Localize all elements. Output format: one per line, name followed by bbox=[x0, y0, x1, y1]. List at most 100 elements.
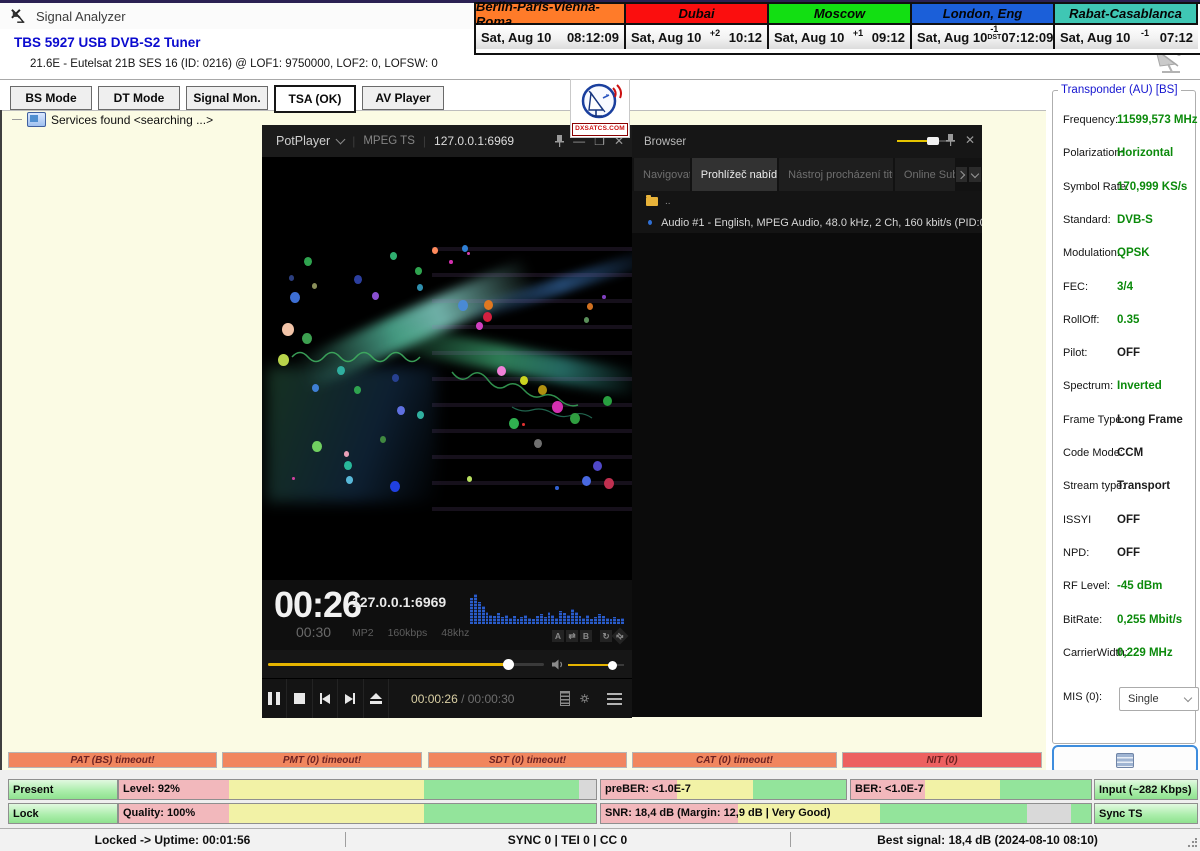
tab-dropdown-button[interactable] bbox=[969, 167, 981, 182]
tab-scroll-right-button[interactable] bbox=[956, 167, 968, 182]
bar-label: preBER: <1.0E-7 bbox=[605, 783, 691, 795]
next-button[interactable] bbox=[338, 679, 363, 718]
spectrum-bar bbox=[610, 619, 613, 624]
folder-up-row[interactable]: .. bbox=[632, 191, 982, 212]
clock-date: Sat, Aug 10 bbox=[917, 30, 987, 45]
spectrum-bar bbox=[598, 614, 601, 624]
spectrum-bar bbox=[563, 613, 566, 624]
spectrum-bar bbox=[586, 615, 589, 624]
spectrum-bar bbox=[551, 615, 554, 624]
field-label: Standard: bbox=[1063, 214, 1111, 226]
pin-icon[interactable] bbox=[946, 134, 955, 146]
spectrum-bar bbox=[579, 616, 582, 624]
video-particle bbox=[587, 303, 593, 310]
ab-button-1[interactable]: ⇄ bbox=[566, 630, 578, 642]
volume-icon[interactable] bbox=[552, 659, 564, 670]
transponder-field-row: RF Level:-45 dBm bbox=[1053, 580, 1195, 595]
volume-bar[interactable] bbox=[568, 664, 624, 666]
stop-button[interactable] bbox=[287, 679, 312, 718]
stream-format: MPEG TS bbox=[363, 135, 415, 147]
browser-tab-prohlížeč-nabídky[interactable]: Prohlížeč nabídky bbox=[692, 158, 777, 191]
seek-bar[interactable] bbox=[268, 663, 544, 666]
mis-row: MIS (0):Single bbox=[1053, 691, 1195, 706]
browser-tab-navigovat[interactable]: Navigovat bbox=[634, 158, 690, 191]
ab-button-2[interactable]: B bbox=[580, 630, 592, 642]
seek-thumb[interactable] bbox=[503, 659, 514, 670]
field-label: Stream type: bbox=[1063, 480, 1125, 492]
tab-signal-mon-[interactable]: Signal Mon. bbox=[186, 86, 268, 110]
tab-tsa-ok-[interactable]: TSA (OK) bbox=[274, 85, 356, 113]
spectrum-bar bbox=[540, 614, 543, 624]
lock-indicator: Lock bbox=[8, 803, 118, 824]
clock-city-header: Rabat-Casablanca bbox=[1055, 4, 1198, 25]
video-particle bbox=[344, 451, 349, 457]
ab-button-3[interactable]: ↻ bbox=[600, 630, 612, 642]
bar-segment bbox=[229, 804, 425, 823]
tab-av-player[interactable]: AV Player bbox=[362, 86, 444, 110]
field-label: RF Level: bbox=[1063, 580, 1110, 592]
clock-time: 07:12:09 bbox=[1001, 30, 1053, 45]
clock-time-cell: Sat, Aug 10-1DST07:12:09 bbox=[912, 25, 1055, 49]
video-particle bbox=[354, 386, 361, 394]
seek-row bbox=[262, 650, 632, 678]
services-tree-item[interactable]: Services found <searching ...> bbox=[12, 112, 213, 127]
video-canvas[interactable] bbox=[262, 157, 632, 580]
browser-tab-nástroj-procházení-titulků[interactable]: Nástroj procházení titulků bbox=[779, 158, 893, 191]
video-particle bbox=[584, 317, 589, 323]
volume-thumb[interactable] bbox=[608, 661, 617, 670]
opacity-slider-thumb[interactable] bbox=[927, 137, 939, 145]
transponder-field-row: BitRate:0,255 Mbit/s bbox=[1053, 614, 1195, 629]
potplayer-menu[interactable]: PotPlayer bbox=[276, 134, 330, 148]
clock-time-cell: Sat, Aug 10-107:12 bbox=[1055, 25, 1198, 49]
elapsed-time: 00:26 bbox=[274, 584, 361, 626]
spectrum-bar bbox=[621, 618, 624, 624]
playlist-icon[interactable] bbox=[560, 691, 569, 706]
field-label: NPD: bbox=[1063, 547, 1089, 559]
spectrum-bar bbox=[613, 617, 616, 624]
mode-tabs: BS ModeDT ModeSignal Mon.TSA (OK)AV Play… bbox=[10, 86, 444, 110]
chevron-down-icon bbox=[336, 134, 346, 144]
ab-button-0[interactable]: A bbox=[552, 630, 564, 642]
field-label: ISSYI bbox=[1063, 514, 1091, 526]
pause-button[interactable] bbox=[262, 679, 287, 718]
codec: MP2 bbox=[352, 627, 374, 639]
browser-tab-online-sub[interactable]: Online Sub bbox=[895, 158, 955, 191]
potplayer-window: PotPlayer | MPEG TS | 127.0.0.1:6969 — ❒… bbox=[262, 125, 632, 717]
bar-segment bbox=[1000, 780, 1091, 799]
clock-time-cell: Sat, Aug 1008:12:09 bbox=[476, 25, 626, 49]
video-particle bbox=[520, 376, 528, 385]
mis-select[interactable]: Single bbox=[1119, 687, 1199, 711]
spectrum-bar bbox=[493, 616, 496, 624]
menu-icon[interactable] bbox=[607, 693, 622, 705]
pin-icon[interactable] bbox=[555, 135, 564, 147]
spectrum-bar bbox=[617, 619, 620, 624]
dxsatcs-logo-art bbox=[573, 80, 627, 122]
separator: | bbox=[423, 134, 426, 148]
ab-button-4[interactable]: ⇄ bbox=[612, 628, 629, 645]
spectrum-bar bbox=[486, 612, 489, 624]
spectrum-bar bbox=[548, 612, 551, 624]
transponder-field-row: Frequency:11599,573 MHz bbox=[1053, 114, 1195, 129]
previous-button[interactable] bbox=[313, 679, 338, 718]
field-value: Inverted bbox=[1117, 380, 1162, 392]
clock-offset: +2 bbox=[701, 29, 728, 37]
spectrum-bar bbox=[582, 618, 585, 624]
gear-icon[interactable] bbox=[580, 691, 589, 706]
tab-bs-mode[interactable]: BS Mode bbox=[10, 86, 92, 110]
spectrum-bar bbox=[505, 615, 508, 624]
close-icon[interactable]: ✕ bbox=[965, 133, 975, 147]
snr-bar: SNR: 18,4 dB (Margin: 12,9 dB | Very Goo… bbox=[600, 803, 1092, 824]
field-label: Pilot: bbox=[1063, 347, 1087, 359]
level-bar: Level: 92% bbox=[118, 779, 597, 800]
video-particle bbox=[603, 396, 612, 406]
psi-bar-cat: CAT (0) timeout! bbox=[632, 752, 837, 768]
field-label: Modulation: bbox=[1063, 247, 1120, 259]
status-lock-uptime: Locked -> Uptime: 00:01:56 bbox=[0, 833, 345, 847]
audio-spectrum bbox=[470, 592, 624, 624]
resize-grip[interactable] bbox=[1187, 838, 1197, 848]
audio-track-row[interactable]: Audio #1 - English, MPEG Audio, 48.0 kHz… bbox=[632, 212, 982, 233]
tab-dt-mode[interactable]: DT Mode bbox=[98, 86, 180, 110]
clock-date: Sat, Aug 10 bbox=[631, 30, 701, 45]
clock-time-cell: Sat, Aug 10+210:12 bbox=[626, 25, 769, 49]
eject-button[interactable] bbox=[364, 679, 389, 718]
